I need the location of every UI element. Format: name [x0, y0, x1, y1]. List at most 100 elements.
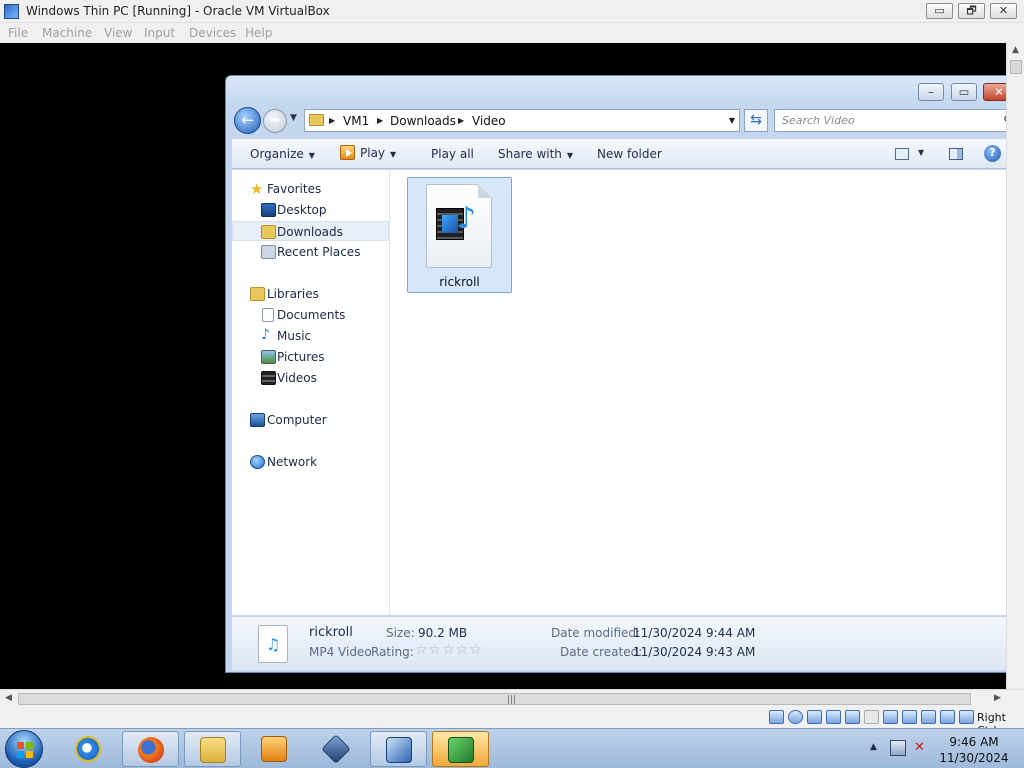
- organize-button[interactable]: Organize ▼: [250, 147, 315, 161]
- nav-item-music[interactable]: ♪ Music: [232, 326, 389, 346]
- menu-devices[interactable]: Devices: [189, 26, 236, 40]
- video-file-icon: ♪: [426, 184, 492, 268]
- maximize-icon: ▭: [958, 85, 970, 99]
- nav-item-pictures[interactable]: Pictures: [232, 347, 389, 367]
- pictures-icon: [261, 350, 276, 364]
- search-input[interactable]: [775, 110, 985, 131]
- host-vertical-scrollbar[interactable]: ▲: [1006, 43, 1024, 689]
- host-close-button[interactable]: ✕: [990, 3, 1017, 19]
- explorer-maximize-button[interactable]: ▭: [951, 83, 977, 101]
- minimize-icon: –: [928, 85, 934, 99]
- command-bar: Organize ▼ Play ▼ Play all Share with ▼ New…: [232, 138, 1006, 169]
- nav-item-computer[interactable]: Computer: [232, 410, 389, 430]
- clock[interactable]: 9:46 AM 11/30/2024: [936, 734, 1012, 766]
- network-adapter-icon[interactable]: [826, 710, 841, 724]
- taskbar-internet-explorer[interactable]: [60, 731, 117, 767]
- recent-pages-dropdown[interactable]: ▼: [290, 113, 297, 123]
- media-player-icon: [261, 736, 287, 762]
- nav-item-documents[interactable]: Documents: [232, 305, 389, 325]
- host-restore-button[interactable]: 🗗: [958, 3, 985, 19]
- scroll-up-icon[interactable]: ▲: [1012, 45, 1019, 55]
- nav-item-recent-places[interactable]: Recent Places: [232, 242, 389, 262]
- chevron-right-icon[interactable]: ▶: [458, 116, 464, 125]
- internet-explorer-icon: [75, 736, 101, 762]
- view-options-dropdown[interactable]: ▼: [918, 148, 924, 157]
- breadcrumb-downloads[interactable]: Downloads: [390, 114, 456, 128]
- vm-display[interactable]: – ▭ ✕ ← → ▼ ▶ VM1 ▶ Downloads ▶ Video ▼ …: [0, 43, 1006, 689]
- horizontal-scroll-thumb[interactable]: |||: [18, 693, 971, 705]
- address-dropdown-icon[interactable]: ▼: [729, 116, 735, 125]
- organize-label: Organize: [250, 147, 304, 161]
- taskbar-media-player[interactable]: [246, 731, 303, 767]
- nav-item-videos[interactable]: Videos: [232, 368, 389, 388]
- share-with-button[interactable]: Share with ▼: [498, 147, 573, 161]
- chevron-down-icon: ▼: [308, 151, 315, 160]
- search-box[interactable]: ⚲: [774, 109, 1006, 132]
- vertical-scroll-thumb[interactable]: [1010, 60, 1022, 74]
- video-capture-icon[interactable]: [902, 710, 917, 724]
- host-horizontal-scrollbar[interactable]: ◀ ||| ▶: [0, 689, 1024, 707]
- explorer-minimize-button[interactable]: –: [918, 83, 944, 101]
- menu-machine[interactable]: Machine: [42, 26, 92, 40]
- preview-pane-icon[interactable]: [949, 148, 963, 160]
- breadcrumb-video[interactable]: Video: [472, 114, 506, 128]
- nav-item-libraries[interactable]: Libraries: [232, 284, 389, 304]
- scroll-right-icon[interactable]: ▶: [994, 693, 1001, 703]
- chevron-right-icon[interactable]: ▶: [377, 116, 383, 125]
- nav-item-network[interactable]: Network: [232, 452, 389, 472]
- hard-disk-icon[interactable]: [769, 710, 784, 724]
- keyboard-capture-icon[interactable]: [959, 710, 974, 724]
- mouse-integration-icon[interactable]: [940, 710, 955, 724]
- music-icon: ♪: [261, 327, 270, 343]
- taskbar-virtualbox[interactable]: [308, 731, 365, 767]
- forward-button[interactable]: →: [263, 109, 287, 133]
- taskbar-file-explorer[interactable]: [184, 731, 241, 767]
- start-button[interactable]: [5, 730, 43, 768]
- refresh-button[interactable]: ⇆: [744, 109, 768, 132]
- change-view-icon[interactable]: [895, 148, 909, 160]
- network-icon: [250, 455, 265, 469]
- breadcrumb-vm1[interactable]: VM1: [343, 114, 369, 128]
- show-hidden-icons-icon[interactable]: ▲: [870, 742, 877, 752]
- audio-icon[interactable]: [807, 710, 822, 724]
- optical-drive-icon[interactable]: [788, 710, 803, 724]
- help-icon[interactable]: ?: [984, 145, 1001, 162]
- detail-modified-label: Date modified:: [551, 626, 641, 640]
- taskbar-security-center[interactable]: [432, 731, 489, 767]
- menu-input[interactable]: Input: [144, 26, 175, 40]
- host-title-bar[interactable]: Windows Thin PC [Running] - Oracle VM Vi…: [0, 0, 1024, 23]
- nav-item-favorites[interactable]: ★ Favorites: [232, 179, 389, 199]
- file-item[interactable]: ♪ rickroll: [407, 177, 512, 293]
- menu-file[interactable]: File: [8, 26, 28, 40]
- new-folder-button[interactable]: New folder: [597, 147, 662, 161]
- scroll-left-icon[interactable]: ◀: [5, 693, 12, 703]
- file-list[interactable]: ♪ rickroll: [391, 170, 1006, 615]
- explorer-title-bar[interactable]: – ▭ ✕: [226, 76, 1006, 106]
- back-button[interactable]: ←: [234, 107, 261, 134]
- display-icon[interactable]: [883, 710, 898, 724]
- vt-x-icon[interactable]: [921, 710, 936, 724]
- menu-help[interactable]: Help: [245, 26, 272, 40]
- rating-stars[interactable]: ☆☆☆☆☆: [415, 642, 483, 658]
- taskbar: ▲ ✕ 9:46 AM 11/30/2024: [0, 728, 1024, 768]
- network-tray-icon[interactable]: [890, 740, 906, 756]
- nav-label: Desktop: [277, 203, 327, 217]
- nav-item-downloads[interactable]: Downloads: [232, 221, 389, 241]
- play-button[interactable]: Play ▼: [340, 145, 396, 160]
- chevron-right-icon[interactable]: ▶: [329, 116, 335, 125]
- usb-icon[interactable]: [845, 710, 860, 724]
- taskbar-w7-installer[interactable]: [370, 731, 427, 767]
- taskbar-firefox[interactable]: [122, 731, 179, 767]
- recent-places-icon: [261, 245, 276, 259]
- address-bar[interactable]: ▶ VM1 ▶ Downloads ▶ Video ▼: [304, 109, 740, 132]
- host-minimize-button[interactable]: ▭: [926, 3, 953, 19]
- volume-muted-icon[interactable]: ✕: [914, 740, 930, 756]
- nav-item-desktop[interactable]: Desktop: [232, 200, 389, 220]
- explorer-body: ★ Favorites Desktop Downloads Recent Pla…: [232, 170, 1006, 615]
- shared-folders-icon[interactable]: [864, 710, 879, 724]
- menu-view[interactable]: View: [104, 26, 132, 40]
- detail-modified-value: 11/30/2024 9:44 AM: [633, 626, 756, 640]
- libraries-icon: [250, 287, 265, 301]
- explorer-close-button[interactable]: ✕: [983, 83, 1006, 101]
- play-all-button[interactable]: Play all: [431, 147, 474, 161]
